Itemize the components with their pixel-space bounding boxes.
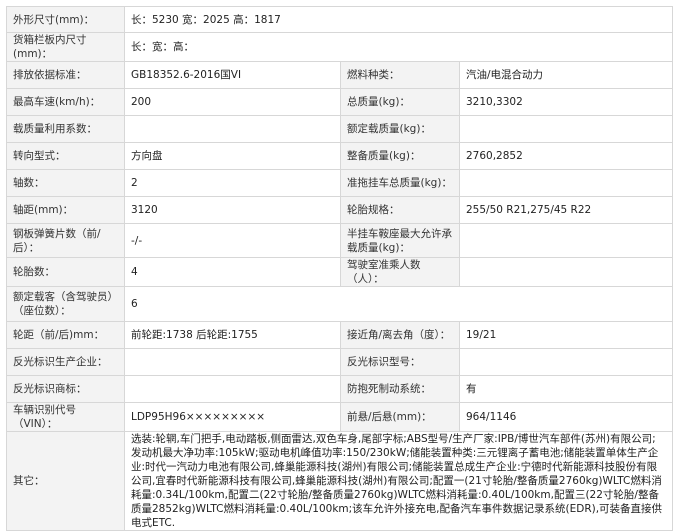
spec-row: 转向型式： 方向盘 整备质量(kg)： 2760,2852 bbox=[6, 142, 673, 170]
spec-value bbox=[124, 348, 341, 376]
spec-label: 额定载客（含驾驶员）（座位数）： bbox=[6, 286, 125, 322]
spec-label: 轴距(mm)： bbox=[6, 196, 125, 224]
spec-label: 轮距（前/后)mm： bbox=[6, 321, 125, 349]
spec-row: 载质量利用系数： 额定载质量(kg)： bbox=[6, 115, 673, 143]
spec-value bbox=[124, 375, 341, 403]
spec-value: 6 bbox=[124, 286, 673, 322]
spec-label: 外形尺寸(mm)： bbox=[6, 6, 125, 33]
spec-row: 反光标识商标： 防抱死制动系统： 有 bbox=[6, 375, 673, 403]
spec-row: 最高车速(km/h)： 200 总质量(kg)： 3210,3302 bbox=[6, 88, 673, 116]
spec-label: 排放依据标准： bbox=[6, 61, 125, 89]
spec-label: 钢板弹簧片数（前/后）： bbox=[6, 223, 125, 258]
spec-value bbox=[124, 115, 341, 143]
spec-row: 轮胎数： 4 驾驶室准乘人数（人）： bbox=[6, 257, 673, 287]
spec-row-seats: 额定载客（含驾驶员）（座位数）： 6 bbox=[6, 286, 673, 322]
spec-value bbox=[459, 223, 673, 258]
spec-label: 轴数： bbox=[6, 169, 125, 197]
spec-value: 964/1146 bbox=[459, 402, 673, 432]
spec-label: 前悬/后悬(mm)： bbox=[340, 402, 460, 432]
spec-label: 接近角/离去角（度）： bbox=[340, 321, 460, 349]
spec-row: 排放依据标准： GB18352.6-2016国VI 燃料种类： 汽油/电混合动力 bbox=[6, 61, 673, 89]
spec-row-other: 其它： 选装:轮辋,车门把手,电动踏板,侧面雷达,双色车身,尾部字标;ABS型号… bbox=[6, 431, 673, 531]
spec-value: 前轮距:1738 后轮距:1755 bbox=[124, 321, 341, 349]
spec-row: 轴距(mm)： 3120 轮胎规格： 255/50 R21,275/45 R22 bbox=[6, 196, 673, 224]
spec-label: 反光标识商标： bbox=[6, 375, 125, 403]
spec-label: 货箱栏板内尺寸(mm)： bbox=[6, 32, 125, 62]
other-notes-text: 选装:轮辋,车门把手,电动踏板,侧面雷达,双色车身,尾部字标;ABS型号/生产厂… bbox=[124, 431, 673, 531]
spec-value: 长：5230 宽：2025 高：1817 bbox=[124, 6, 673, 33]
spec-label: 轮胎数： bbox=[6, 257, 125, 287]
spec-row: 反光标识生产企业： 反光标识型号： bbox=[6, 348, 673, 376]
spec-value: 19/21 bbox=[459, 321, 673, 349]
spec-label: 额定载质量(kg)： bbox=[340, 115, 460, 143]
spec-label: 总质量(kg)： bbox=[340, 88, 460, 116]
spec-value bbox=[459, 348, 673, 376]
spec-value bbox=[459, 169, 673, 197]
spec-label: 反光标识型号： bbox=[340, 348, 460, 376]
spec-row-vin: 车辆识别代号（VIN）： LDP95H96××××××××× 前悬/后悬(mm)… bbox=[6, 402, 673, 432]
spec-value: -/- bbox=[124, 223, 341, 258]
vehicle-spec-table: 外形尺寸(mm)： 长：5230 宽：2025 高：1817 货箱栏板内尺寸(m… bbox=[6, 6, 673, 531]
spec-label: 反光标识生产企业： bbox=[6, 348, 125, 376]
spec-label: 车辆识别代号（VIN）： bbox=[6, 402, 125, 432]
spec-value bbox=[459, 257, 673, 287]
spec-value: 有 bbox=[459, 375, 673, 403]
spec-value: 200 bbox=[124, 88, 341, 116]
spec-label: 准拖挂车总质量(kg)： bbox=[340, 169, 460, 197]
spec-value bbox=[459, 115, 673, 143]
spec-row: 钢板弹簧片数（前/后）： -/- 半挂车鞍座最大允许承载质量(kg)： bbox=[6, 223, 673, 258]
spec-row: 轴数： 2 准拖挂车总质量(kg)： bbox=[6, 169, 673, 197]
spec-value: 汽油/电混合动力 bbox=[459, 61, 673, 89]
spec-row-cargo-box: 货箱栏板内尺寸(mm)： 长：宽：高： bbox=[6, 32, 673, 62]
spec-label: 其它： bbox=[6, 431, 125, 531]
spec-label: 防抱死制动系统： bbox=[340, 375, 460, 403]
spec-row-dimensions: 外形尺寸(mm)： 长：5230 宽：2025 高：1817 bbox=[6, 6, 673, 33]
spec-label: 轮胎规格： bbox=[340, 196, 460, 224]
spec-value: 长：宽：高： bbox=[124, 32, 673, 62]
spec-value: 方向盘 bbox=[124, 142, 341, 170]
spec-label: 半挂车鞍座最大允许承载质量(kg)： bbox=[340, 223, 460, 258]
spec-label: 驾驶室准乘人数（人）： bbox=[340, 257, 460, 287]
spec-value: LDP95H96××××××××× bbox=[124, 402, 341, 432]
spec-label: 整备质量(kg)： bbox=[340, 142, 460, 170]
spec-label: 燃料种类： bbox=[340, 61, 460, 89]
spec-value: GB18352.6-2016国VI bbox=[124, 61, 341, 89]
spec-value: 255/50 R21,275/45 R22 bbox=[459, 196, 673, 224]
spec-label: 转向型式： bbox=[6, 142, 125, 170]
spec-label: 最高车速(km/h)： bbox=[6, 88, 125, 116]
spec-value: 4 bbox=[124, 257, 341, 287]
spec-row: 轮距（前/后)mm： 前轮距:1738 后轮距:1755 接近角/离去角（度）：… bbox=[6, 321, 673, 349]
spec-value: 3210,3302 bbox=[459, 88, 673, 116]
spec-value: 2760,2852 bbox=[459, 142, 673, 170]
spec-label: 载质量利用系数： bbox=[6, 115, 125, 143]
spec-value: 2 bbox=[124, 169, 341, 197]
spec-value: 3120 bbox=[124, 196, 341, 224]
